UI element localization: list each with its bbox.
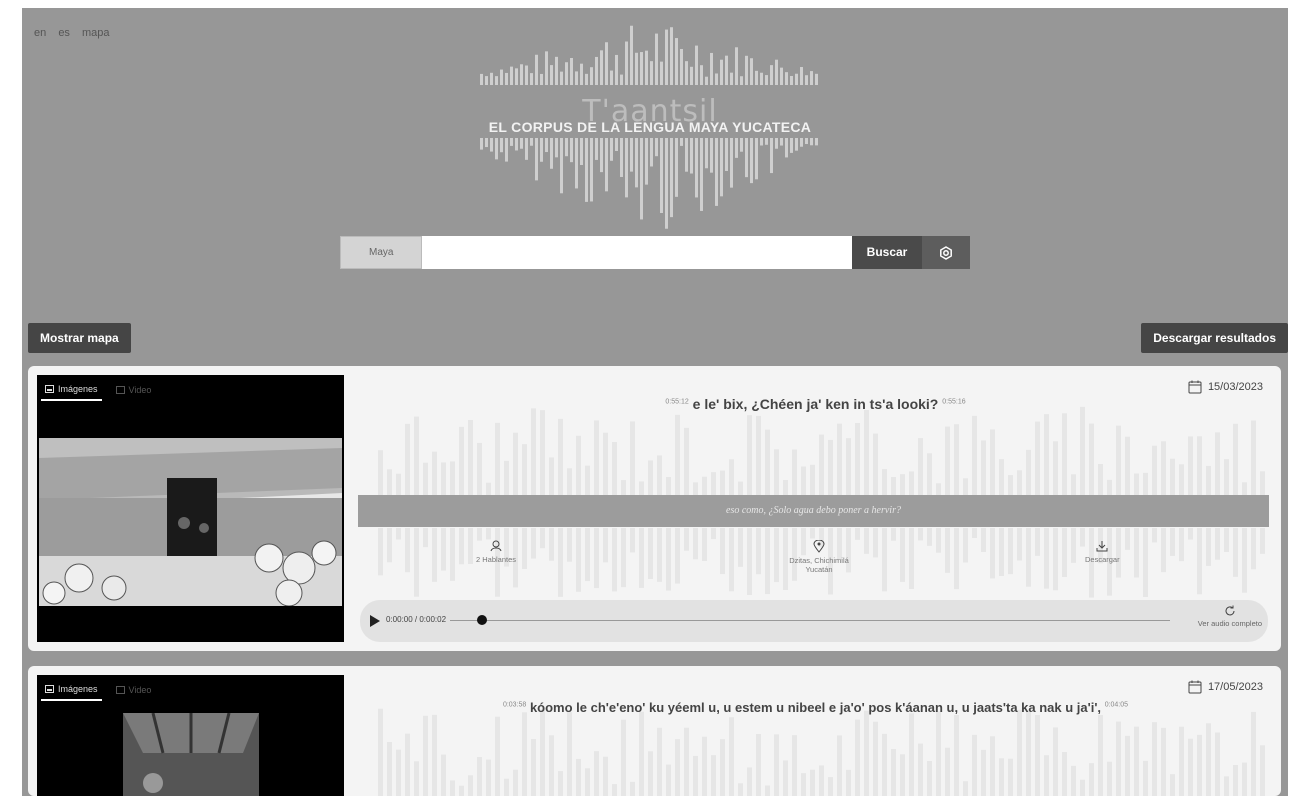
tab-images[interactable]: Imágenes — [41, 382, 102, 401]
tab-video-label: Video — [128, 385, 152, 395]
sentence-text: kóomo le ch'e'eno' ku yéeml u, u estem u… — [529, 700, 1102, 715]
tab-images-label: Imágenes — [58, 384, 98, 394]
image-icon — [45, 685, 54, 693]
language-nav: en es mapa — [34, 27, 119, 39]
result-content: 17/05/2023 0:03:58 kóomo le ch'e'eno' ku… — [358, 666, 1273, 796]
tab-video-label: Video — [128, 685, 152, 695]
nav-link-en[interactable]: en — [34, 27, 46, 39]
search-bar: Maya Buscar — [340, 236, 970, 269]
tab-images-label: Imágenes — [58, 684, 98, 694]
nav-link-mapa[interactable]: mapa — [82, 27, 110, 39]
frame-right — [1288, 0, 1294, 796]
result-card: Imágenes Video 17/05/2023 0:03:58 kóomo … — [28, 666, 1281, 796]
media-panel: Imágenes Video — [37, 675, 344, 796]
result-sentence: 0:55:12 e le' bix, ¿Chéen ja' ken in ts'… — [358, 396, 1273, 412]
sentence-text: e le' bix, ¿Chéen ja' ken in ts'a looki? — [692, 396, 939, 412]
frame-top — [0, 0, 1294, 8]
video-icon — [115, 386, 125, 394]
media-tabs: Imágenes Video — [41, 382, 155, 401]
site-logo: T'aantsil EL CORPUS DE LA LENGUA MAYA YU… — [450, 10, 850, 230]
start-timestamp: 0:03:58 — [502, 701, 527, 709]
media-tabs: Imágenes Video — [41, 682, 155, 701]
result-sentence: 0:03:58 kóomo le ch'e'eno' ku yéeml u, u… — [358, 700, 1273, 715]
tab-video[interactable]: Video — [112, 382, 156, 401]
download-button[interactable]: Descargar — [1085, 540, 1120, 564]
search-button[interactable]: Buscar — [852, 236, 922, 269]
speakers-icon — [490, 540, 502, 552]
refresh-icon — [1225, 605, 1235, 616]
speakers-info[interactable]: 2 Hablantes — [476, 540, 516, 564]
house-photo — [39, 438, 342, 606]
tab-video[interactable]: Video — [112, 682, 156, 701]
calendar-icon — [1188, 380, 1202, 394]
location-line2: Yucatán — [805, 565, 833, 574]
result-date: 15/03/2023 — [1188, 380, 1263, 394]
calendar-icon — [1188, 680, 1202, 694]
start-timestamp: 0:55:12 — [665, 398, 689, 406]
location-info[interactable]: Dzitas, Chichimilá Yucatán — [784, 540, 854, 574]
language-select[interactable]: Maya — [340, 236, 422, 269]
location-line1: Dzitas, Chichimilá — [789, 556, 849, 565]
player-time: 0:00:00 / 0:00:02 — [386, 615, 447, 624]
date-text: 15/03/2023 — [1207, 381, 1263, 393]
download-icon — [1096, 541, 1108, 552]
logo-subtitle: EL CORPUS DE LA LENGUA MAYA YUCATECA — [488, 119, 812, 135]
download-label: Descargar — [1085, 555, 1120, 564]
interior-photo — [123, 713, 259, 796]
search-input[interactable] — [422, 236, 852, 269]
end-timestamp: 0:04:05 — [1104, 701, 1129, 709]
audio-progress-handle[interactable] — [477, 615, 487, 625]
full-audio-label: Ver audio completo — [1197, 619, 1262, 628]
audio-progress-track[interactable] — [450, 620, 1170, 621]
speakers-label: 2 Hablantes — [476, 555, 517, 564]
end-timestamp: 0:55:16 — [942, 398, 966, 406]
play-icon[interactable] — [370, 615, 380, 627]
download-results-button[interactable]: Descargar resultados — [1141, 323, 1288, 353]
result-date: 17/05/2023 — [1188, 680, 1263, 694]
background-waveform — [378, 708, 1265, 796]
location-pin-icon — [813, 540, 825, 553]
image-icon — [45, 385, 54, 393]
full-audio-button[interactable]: Ver audio completo — [1198, 605, 1262, 628]
settings-button[interactable] — [922, 236, 970, 269]
tab-images[interactable]: Imágenes — [41, 682, 102, 701]
nav-link-es[interactable]: es — [58, 27, 70, 39]
date-text: 17/05/2023 — [1207, 681, 1263, 693]
settings-icon — [940, 245, 952, 260]
media-panel: Imágenes Video — [37, 375, 344, 642]
video-icon — [115, 686, 125, 694]
translation-bar: eso como, ¿Solo agua debo poner a hervir… — [358, 495, 1269, 527]
show-map-button[interactable]: Mostrar mapa — [28, 323, 131, 353]
result-card: Imágenes Video 15/03/2023 0:55:12 e le' … — [28, 366, 1281, 651]
result-content: 15/03/2023 0:55:12 e le' bix, ¿Chéen ja'… — [358, 366, 1273, 651]
frame-left — [0, 0, 22, 796]
audio-player: 0:00:00 / 0:00:02 Ver audio completo — [360, 600, 1268, 642]
